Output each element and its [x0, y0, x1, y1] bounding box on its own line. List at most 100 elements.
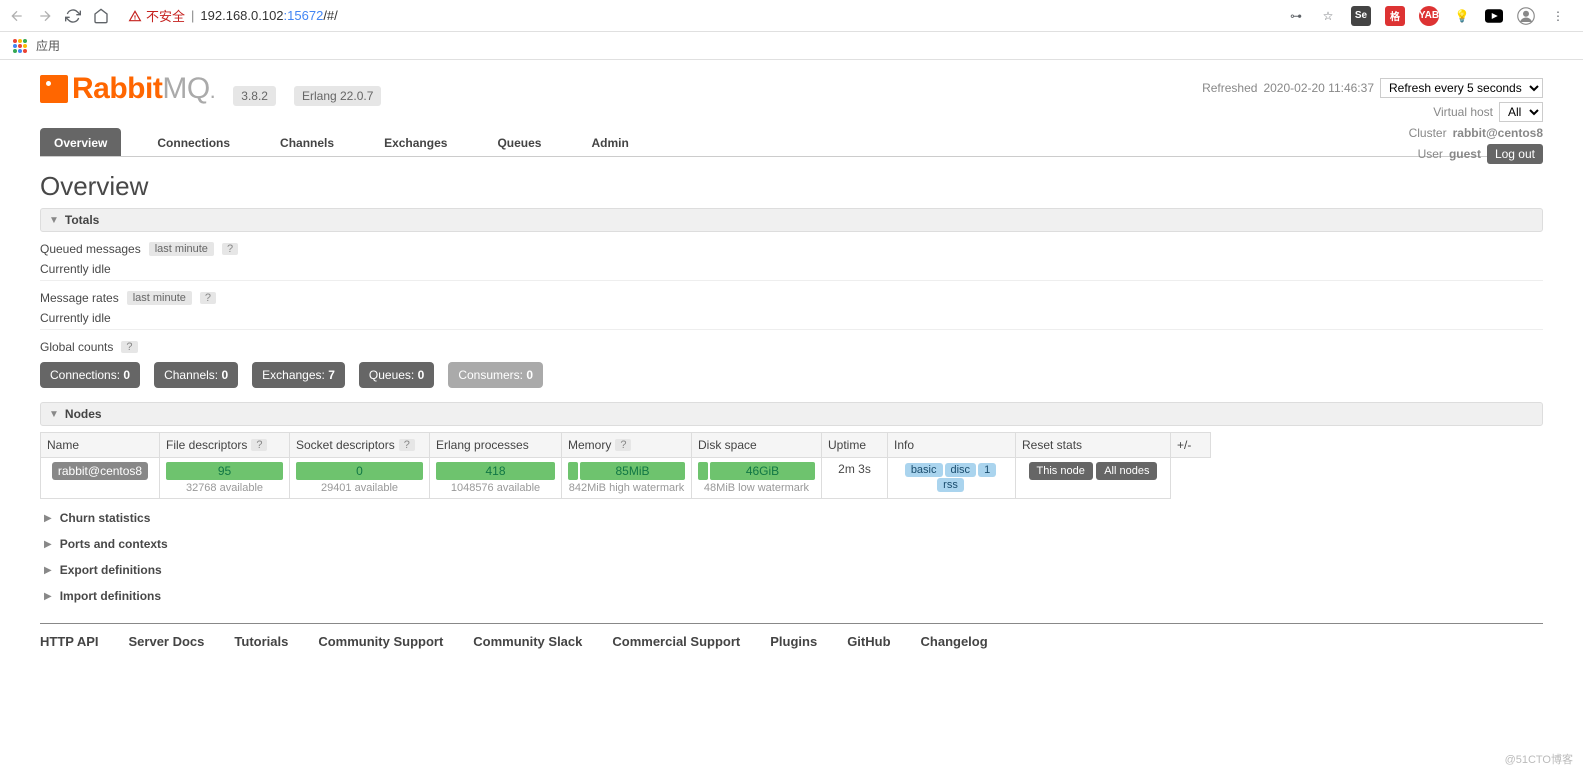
star-icon[interactable]: ☆	[1319, 7, 1337, 25]
user-label: User	[1418, 147, 1443, 161]
tab-queues[interactable]: Queues	[483, 128, 555, 156]
chevron-right-icon	[44, 539, 52, 550]
reload-icon[interactable]	[64, 7, 82, 25]
apps-icon[interactable]	[12, 38, 28, 54]
pill-exchanges[interactable]: Exchanges: 7	[252, 362, 345, 388]
tab-channels[interactable]: Channels	[266, 128, 348, 156]
section-export[interactable]: Export definitions	[44, 563, 1543, 577]
col-ep[interactable]: Erlang processes	[430, 432, 562, 458]
col-reset[interactable]: Reset stats	[1016, 432, 1171, 458]
footer-tutorials[interactable]: Tutorials	[234, 634, 288, 649]
chevron-right-icon	[44, 513, 52, 524]
logo-text: RabbitMQ.	[72, 72, 215, 106]
logout-button[interactable]: Log out	[1487, 144, 1543, 164]
apps-label[interactable]: 应用	[36, 37, 60, 54]
footer-commsupport[interactable]: Commercial Support	[612, 634, 740, 649]
footer-cslack[interactable]: Community Slack	[473, 634, 582, 649]
key-icon[interactable]: ⊶	[1287, 7, 1305, 25]
forward-icon[interactable]	[36, 7, 54, 25]
pill-queues[interactable]: Queues: 0	[359, 362, 434, 388]
col-name[interactable]: Name	[40, 432, 160, 458]
footer-docs[interactable]: Server Docs	[129, 634, 205, 649]
message-rates-label: Message rates	[40, 291, 119, 305]
col-disk[interactable]: Disk space	[692, 432, 822, 458]
tab-exchanges[interactable]: Exchanges	[370, 128, 461, 156]
info-basic[interactable]: basic	[905, 463, 943, 477]
info-1[interactable]: 1	[978, 463, 996, 477]
col-uptime[interactable]: Uptime	[822, 432, 888, 458]
table-row: rabbit@centos8 95 32768 available 0 2940…	[40, 458, 1211, 499]
section-ports[interactable]: Ports and contexts	[44, 537, 1543, 551]
footer-api[interactable]: HTTP API	[40, 634, 99, 649]
pill-channels[interactable]: Channels: 0	[154, 362, 238, 388]
menu-icon[interactable]: ⋮	[1549, 7, 1567, 25]
tab-admin[interactable]: Admin	[577, 128, 642, 156]
col-sd[interactable]: Socket descriptors ?	[290, 432, 430, 458]
section-totals[interactable]: Totals	[40, 208, 1543, 232]
addr-separator: |	[191, 8, 194, 23]
cluster-value: rabbit@centos8	[1453, 126, 1543, 140]
col-plusminus[interactable]: +/-	[1171, 432, 1211, 458]
logo[interactable]: RabbitMQ.	[40, 72, 215, 106]
bookmarks-bar: 应用	[0, 32, 1583, 60]
reset-this-node-button[interactable]: This node	[1029, 462, 1093, 480]
help-icon[interactable]: ?	[121, 341, 137, 353]
chrome-right-icons: ⊶ ☆ Se 格 YAB 💡 ⋮	[1287, 6, 1575, 26]
vhost-label: Virtual host	[1433, 105, 1493, 119]
home-icon[interactable]	[92, 7, 110, 25]
info-rss[interactable]: rss	[937, 478, 964, 492]
chevron-right-icon	[44, 565, 52, 576]
tab-connections[interactable]: Connections	[143, 128, 244, 156]
refreshed-label: Refreshed	[1202, 81, 1257, 95]
footer-plugins[interactable]: Plugins	[770, 634, 817, 649]
erlang-badge: Erlang 22.0.7	[294, 86, 381, 106]
back-icon[interactable]	[8, 7, 26, 25]
url-text: 192.168.0.102:15672/#/	[200, 8, 337, 23]
address-bar[interactable]: 不安全 | 192.168.0.102:15672/#/	[120, 6, 1277, 25]
extension-icon[interactable]: Se	[1351, 6, 1371, 26]
help-icon: ?	[251, 439, 267, 451]
not-secure-warning: 不安全	[128, 6, 185, 25]
reset-all-nodes-button[interactable]: All nodes	[1096, 462, 1157, 480]
help-icon: ?	[615, 439, 631, 451]
profile-icon[interactable]	[1517, 7, 1535, 25]
col-info[interactable]: Info	[888, 432, 1016, 458]
chevron-down-icon	[49, 215, 59, 226]
section-nodes[interactable]: Nodes	[40, 402, 1543, 426]
chevron-down-icon	[49, 409, 59, 420]
section-import[interactable]: Import definitions	[44, 589, 1543, 603]
currently-idle: Currently idle	[40, 262, 111, 276]
global-counts-label: Global counts	[40, 340, 113, 354]
help-icon[interactable]: ?	[222, 243, 238, 255]
bulb-icon[interactable]: 💡	[1453, 7, 1471, 25]
footer-changelog[interactable]: Changelog	[921, 634, 988, 649]
help-icon[interactable]: ?	[200, 292, 216, 304]
refresh-interval-select[interactable]: Refresh every 5 seconds	[1380, 78, 1543, 98]
extension-icon[interactable]: YAB	[1419, 6, 1439, 26]
footer-csupport[interactable]: Community Support	[318, 634, 443, 649]
vhost-select[interactable]: All	[1499, 102, 1543, 122]
not-secure-text: 不安全	[146, 6, 185, 25]
section-nodes-label: Nodes	[65, 407, 102, 421]
pill-consumers[interactable]: Consumers: 0	[448, 362, 543, 388]
cell-ep: 418 1048576 available	[430, 458, 562, 499]
extension-icon[interactable]: 格	[1385, 6, 1405, 26]
last-minute-badge: last minute	[127, 291, 192, 305]
col-fd[interactable]: File descriptors ?	[160, 432, 290, 458]
col-mem[interactable]: Memory ?	[562, 432, 692, 458]
cell-sd: 0 29401 available	[290, 458, 430, 499]
cell-fd: 95 32768 available	[160, 458, 290, 499]
footer-github[interactable]: GitHub	[847, 634, 890, 649]
section-churn[interactable]: Churn statistics	[44, 511, 1543, 525]
youtube-icon[interactable]	[1485, 7, 1503, 25]
info-disc[interactable]: disc	[945, 463, 977, 477]
help-icon: ?	[399, 439, 415, 451]
footer-links: HTTP API Server Docs Tutorials Community…	[40, 623, 1543, 659]
pill-connections[interactable]: Connections: 0	[40, 362, 140, 388]
watermark: @51CTO博客	[1505, 751, 1573, 767]
tab-overview[interactable]: Overview	[40, 128, 121, 156]
user-value: guest	[1449, 147, 1481, 161]
cell-node-name[interactable]: rabbit@centos8	[40, 458, 160, 499]
browser-toolbar: 不安全 | 192.168.0.102:15672/#/ ⊶ ☆ Se 格 YA…	[0, 0, 1583, 32]
global-counts-pills: Connections: 0 Channels: 0 Exchanges: 7 …	[40, 362, 1543, 388]
